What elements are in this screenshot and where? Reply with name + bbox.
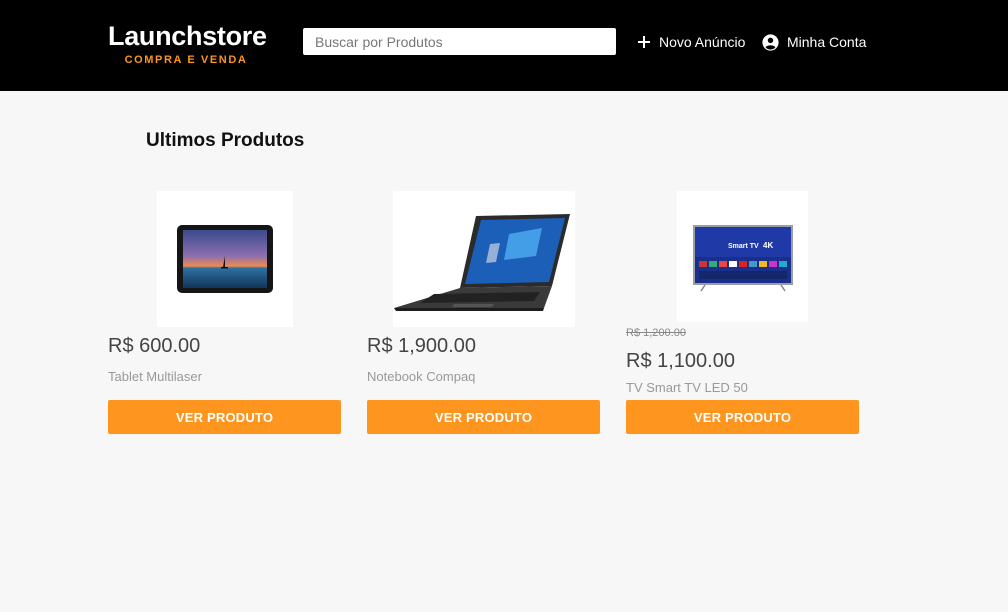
tablet-image-icon (177, 225, 273, 293)
product-image[interactable] (157, 191, 293, 327)
product-name[interactable]: Notebook Compaq (367, 369, 475, 384)
product-name[interactable]: Tablet Multilaser (108, 369, 202, 384)
product-price: R$ 1,900.00 (367, 335, 476, 357)
view-product-button[interactable]: VER PRODUTO (108, 400, 341, 434)
product-card: R$ 600.00 Tablet Multilaser VER PRODUTO (108, 0, 341, 612)
product-image[interactable] (393, 191, 575, 327)
product-image[interactable]: Smart TV 4K (677, 191, 808, 322)
product-card: Smart TV 4K R$ 1,200.00 R$ 1,100.00 TV S… (626, 0, 859, 612)
tv-brand-text: Smart TV (728, 243, 759, 250)
product-name[interactable]: TV Smart TV LED 50 (626, 380, 748, 395)
product-price: R$ 600.00 (108, 335, 201, 357)
product-old-price: R$ 1,200.00 (626, 327, 686, 339)
view-product-button[interactable]: VER PRODUTO (626, 400, 859, 434)
tv-resolution-text: 4K (763, 241, 773, 250)
smart-tv-image-icon: Smart TV 4K (692, 224, 793, 291)
view-product-button[interactable]: VER PRODUTO (367, 400, 600, 434)
laptop-image-icon (394, 214, 570, 311)
product-card: R$ 1,900.00 Notebook Compaq VER PRODUTO (367, 0, 600, 612)
product-price: R$ 1,100.00 (626, 350, 735, 372)
